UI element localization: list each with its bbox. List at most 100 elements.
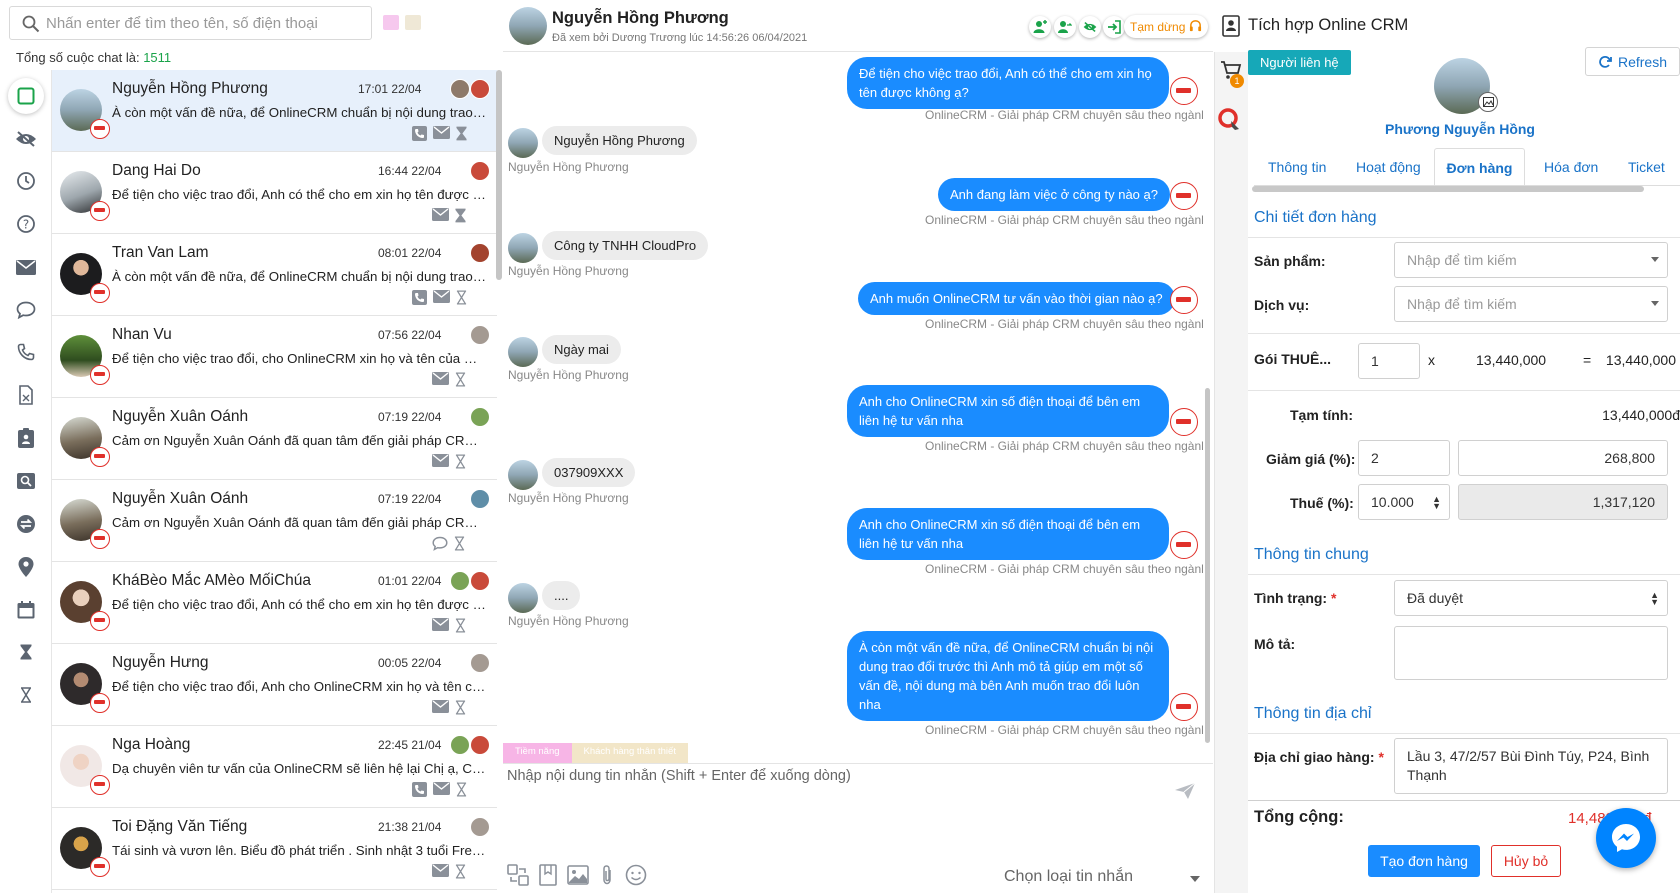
conversation-item[interactable]: Nhan Vu 07:56 22/04 Để tiện cho việc tra…	[52, 316, 497, 398]
cancel-button[interactable]: Hủy bỏ	[1491, 845, 1561, 877]
search-box[interactable]	[9, 6, 372, 40]
chat-avatar	[509, 7, 547, 45]
message-type-select[interactable]: Chọn loại tin nhắn	[1004, 868, 1204, 890]
conversation-status-icons	[412, 782, 467, 797]
nav-help[interactable]: ?	[8, 206, 44, 242]
crm-logo-icon[interactable]	[1218, 108, 1242, 132]
agent-avatar	[450, 79, 470, 99]
send-button[interactable]	[1174, 782, 1196, 800]
conversation-item[interactable]: Nguyễn Xuân Oánh 07:19 22/04 Cảm ơn Nguy…	[52, 480, 497, 562]
message-signature: OnlineCRM - Giải pháp CRM chuyên sâu the…	[925, 213, 1203, 227]
pause-button[interactable]: Tạm dừng	[1124, 15, 1209, 38]
phone-icon	[412, 782, 427, 797]
nav-tasks[interactable]	[8, 420, 44, 456]
nav-transfer[interactable]	[8, 506, 44, 542]
tab-invoices[interactable]: Hóa đơn	[1544, 148, 1598, 185]
color-filter-beige[interactable]	[405, 15, 421, 30]
search-icon	[22, 15, 40, 33]
nav-pending[interactable]	[8, 677, 44, 713]
crm-tabs: Thông tin Hoạt động Đơn hàng Hóa đơn Tic…	[1254, 148, 1680, 186]
change-photo-button[interactable]	[1478, 92, 1498, 112]
conversation-list-scrollbar[interactable]	[496, 70, 502, 280]
create-order-button[interactable]: Tạo đơn hàng	[1368, 845, 1480, 877]
tag-loyal-customer[interactable]: Khách hàng thân thiết	[571, 743, 688, 763]
description-textarea[interactable]	[1394, 626, 1668, 680]
nav-hidden[interactable]	[8, 121, 44, 157]
conversation-item[interactable]: Nga Hoàng 22:45 21/04 Dạ chuyên viên tư …	[52, 726, 497, 808]
quantity-input[interactable]: 1	[1358, 343, 1420, 379]
nav-recent[interactable]	[8, 163, 44, 199]
address-label-text: Địa chỉ giao hàng:	[1254, 749, 1375, 765]
order-section-title: Chi tiết đơn hàng	[1254, 209, 1377, 226]
message-type-value: Chọn loại tin nhắn	[1004, 868, 1133, 885]
mail-icon	[433, 126, 450, 139]
discount-amount-input[interactable]: 268,800	[1458, 440, 1668, 476]
nav-waiting[interactable]	[8, 634, 44, 670]
product-select[interactable]: Nhập để tìm kiếm	[1394, 242, 1668, 278]
nav-email[interactable]	[8, 249, 44, 285]
tag-potential[interactable]: Tiềm năng	[503, 743, 572, 763]
divider	[1248, 333, 1680, 334]
bookmark-icon[interactable]	[539, 864, 557, 886]
crm-panel: Tích hợp Online CRM Người liên hệ Refres…	[1248, 0, 1680, 893]
crm-contact-name[interactable]: Phương Nguyễn Hồng	[1248, 121, 1672, 137]
line-total: 13,440,000	[1605, 352, 1676, 368]
image-icon[interactable]	[567, 865, 589, 885]
sender-avatar	[508, 233, 538, 263]
chevron-down-icon	[1651, 257, 1659, 262]
messenger-chat-button[interactable]	[1596, 808, 1656, 868]
hourglass-outline-icon	[455, 454, 466, 469]
discount-label: Giảm giá (%):	[1266, 451, 1356, 467]
conversation-snippet: Để tiện cho việc trao đổi, Anh có thể ch…	[112, 597, 488, 612]
nav-calendar[interactable]	[8, 592, 44, 628]
conversation-item[interactable]: Nguyễn Xuân Oánh 07:19 22/04 Cảm ơn Nguy…	[52, 398, 497, 480]
conversation-status-icons	[432, 454, 466, 469]
divider	[1248, 574, 1680, 575]
search-input[interactable]	[46, 7, 366, 39]
join-button[interactable]	[1103, 16, 1125, 38]
tab-activity[interactable]: Hoạt động	[1356, 148, 1421, 185]
template-icon[interactable]	[507, 864, 529, 886]
conversation-name: Nga Hoàng	[112, 736, 191, 753]
chat-seen-status: Đã xem bởi Dương Trương lúc 14:56:26 06/…	[552, 32, 808, 44]
conversation-item[interactable]: KháBèo Mắc AMèo MốiChúa 01:01 22/04 Để t…	[52, 562, 497, 644]
conversation-item[interactable]: Tran Van Lam 08:01 22/04 À còn một vấn đ…	[52, 234, 497, 316]
square-icon	[17, 87, 35, 105]
nav-all-chats[interactable]	[8, 78, 44, 114]
nav-location[interactable]	[8, 549, 44, 585]
paperclip-icon[interactable]	[599, 864, 615, 886]
tab-orders[interactable]: Đơn hàng	[1434, 148, 1525, 185]
nav-documents[interactable]	[8, 377, 44, 413]
tab-info[interactable]: Thông tin	[1268, 148, 1326, 185]
tab-ticket[interactable]: Ticket	[1628, 148, 1665, 185]
conversation-item[interactable]: Nguyễn Hưng 00:05 22/04 Để tiện cho việc…	[52, 644, 497, 726]
conversation-item[interactable]: Dang Hai Do 16:44 22/04 Để tiện cho việc…	[52, 152, 497, 234]
contact-card-icon[interactable]	[1222, 15, 1240, 37]
divider	[1248, 390, 1680, 391]
nav-calls[interactable]	[8, 334, 44, 370]
conversation-item[interactable]: Nguyễn Hồng Phương 17:01 22/04 À còn một…	[52, 70, 497, 152]
conversation-item[interactable]: Toi Đặng Văn Tiếng 21:38 21/04 Tái sinh …	[52, 808, 497, 890]
tax-percent-select[interactable]: 10.000 ▲ ▼	[1358, 484, 1450, 520]
nav-chat[interactable]	[8, 292, 44, 328]
hourglass-outline-icon	[455, 864, 466, 879]
tabs-scrollbar[interactable]	[1252, 186, 1644, 192]
transfer-button[interactable]	[1054, 16, 1076, 38]
refresh-button[interactable]: Refresh	[1585, 47, 1680, 76]
discount-percent-input[interactable]: 2	[1358, 440, 1450, 476]
hide-button[interactable]	[1079, 16, 1101, 38]
emoji-icon[interactable]	[625, 864, 647, 886]
color-filter-pink[interactable]	[383, 15, 399, 30]
message-signature: OnlineCRM - Giải pháp CRM chuyên sâu the…	[925, 439, 1203, 453]
service-select[interactable]: Nhập để tìm kiếm	[1394, 286, 1668, 322]
status-select[interactable]: Đã duyệt ▲ ▼	[1394, 580, 1668, 616]
address-textarea[interactable]: Lầu 3, 47/2/57 Bùi Đình Túy, P24, Bình T…	[1394, 738, 1668, 794]
assign-user-button[interactable]	[1029, 16, 1051, 38]
message-input[interactable]	[507, 768, 1147, 818]
nav-scan[interactable]	[8, 463, 44, 499]
hourglass-outline-icon	[456, 290, 467, 305]
chat-scrollbar[interactable]	[1205, 388, 1210, 743]
conversation-name: Nguyễn Xuân Oánh	[112, 408, 249, 425]
divider	[1248, 733, 1680, 734]
mail-icon	[432, 864, 449, 877]
